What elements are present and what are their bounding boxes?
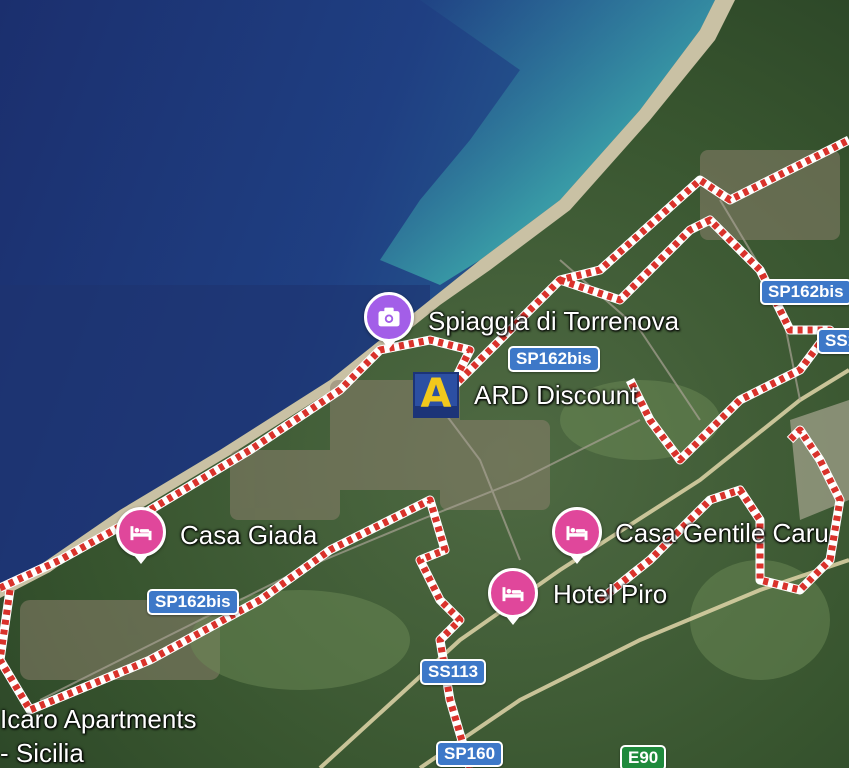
road-shield-sp162bis-left: SP162bis (147, 589, 239, 615)
poi-label-casa-gentile[interactable]: Casa Gentile Caru (615, 520, 829, 546)
ard-logo-icon[interactable]: A (413, 372, 459, 418)
camera-icon (378, 307, 400, 327)
bed-icon (502, 587, 524, 602)
road-shield-sp160: SP160 (436, 741, 504, 767)
road-shield-e90: E90 (620, 745, 667, 768)
poi-label-hotel-piro[interactable]: Hotel Piro (553, 581, 667, 607)
bed-icon (130, 526, 152, 541)
lodging-pin-casa-gentile[interactable] (552, 507, 602, 557)
lodging-pin-casa-giada[interactable] (116, 507, 166, 557)
road-shield-ss-right: SS1 (817, 328, 849, 354)
place-label-icaro-line1[interactable]: Icaro Apartments (0, 706, 197, 732)
road-shield-sp162bis: SP162bis (508, 346, 600, 372)
bed-icon (566, 526, 588, 541)
lodging-pin-hotel-piro[interactable] (488, 568, 538, 618)
place-label-icaro-line2[interactable]: - Sicilia (0, 740, 84, 766)
beach-camera-pin[interactable] (364, 292, 414, 342)
store-label-ard-discount[interactable]: ARD Discount (474, 382, 637, 408)
poi-label-spiaggia[interactable]: Spiaggia di Torrenova (428, 308, 679, 334)
road-shield-sp162bis-right: SP162bis (760, 279, 849, 305)
poi-label-casa-giada[interactable]: Casa Giada (180, 522, 317, 548)
road-shield-ss113: SS113 (420, 659, 487, 685)
satellite-map[interactable]: Spiaggia di Torrenova SP162bis A ARD Dis… (0, 0, 849, 768)
